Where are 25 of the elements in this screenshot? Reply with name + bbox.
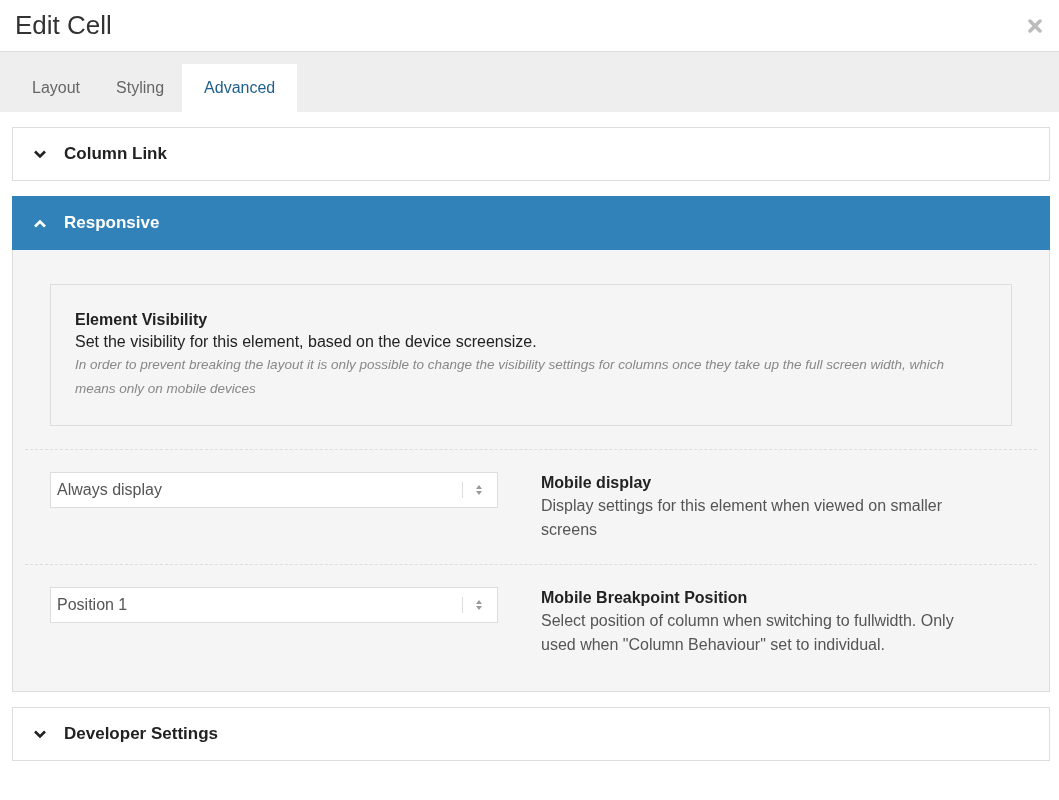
chevron-down-icon: [33, 149, 47, 159]
info-note: In order to prevent breaking the layout it is only possible to change the visibility settings for columns once they take up the full screen width, which means only on mobile devices: [75, 356, 945, 398]
setting-description: Display settings for this element when viewed on smaller screens: [541, 496, 944, 540]
setting-label: Mobile Breakpoint Position: [541, 589, 749, 607]
chevron-up-icon: [33, 218, 47, 228]
tab[interactable]: Advanced: [182, 64, 298, 112]
section-title: Responsive: [64, 213, 160, 233]
dialog-title: Edit Cell: [15, 10, 112, 41]
section-header[interactable]: Responsive: [12, 196, 1050, 250]
up-down-arrows-icon: [475, 599, 483, 611]
section-title: Column Link: [64, 144, 167, 164]
info-title: Element Visibility: [75, 311, 209, 329]
setting-label: Mobile display: [541, 474, 653, 492]
tab[interactable]: Layout: [14, 64, 99, 112]
select-field[interactable]: Position 1: [50, 587, 498, 623]
section-title: Developer Settings: [64, 724, 218, 744]
up-down-arrows-icon: [475, 484, 483, 496]
section-header[interactable]: Column Link: [12, 127, 1050, 181]
close-icon[interactable]: [1028, 18, 1042, 33]
tab[interactable]: Styling: [98, 64, 183, 112]
info-text: Set the visibility for this element, based on the device screensize.: [75, 333, 538, 351]
section-header[interactable]: Developer Settings: [12, 707, 1050, 761]
setting-description: Select position of column when switching to fullwidth. Only used when "Column Behaviour" set to individual.: [541, 611, 955, 655]
select-field[interactable]: Always display: [50, 472, 498, 508]
chevron-down-icon: [33, 729, 47, 739]
